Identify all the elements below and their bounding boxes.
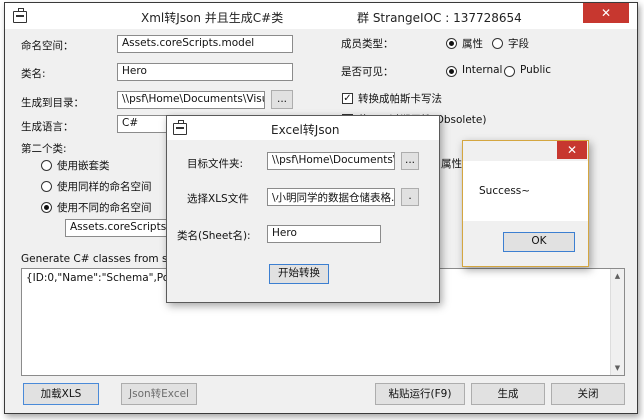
- output-dir-browse-button[interactable]: ...: [271, 90, 293, 109]
- app-icon: [13, 8, 27, 23]
- radio-same-namespace-label: 使用同样的命名空间: [57, 181, 152, 193]
- radio-nested-class[interactable]: [41, 160, 52, 171]
- target-folder-input[interactable]: \\psf\Home\Documents\Visual: [267, 152, 395, 170]
- output-dir-label: 生成到目录：: [21, 97, 84, 109]
- message-body: Success~: [463, 161, 588, 221]
- radio-different-namespace[interactable]: [41, 202, 52, 213]
- classname-label: 类名:: [21, 68, 46, 80]
- load-xls-button[interactable]: 加载XLS: [23, 383, 99, 405]
- radio-visibility-internal-label: Internal: [462, 64, 503, 76]
- close-button[interactable]: 关闭: [551, 383, 625, 405]
- ok-button[interactable]: OK: [503, 232, 575, 252]
- language-label: 生成语言：: [21, 121, 74, 133]
- json-to-excel-button[interactable]: Json转Excel: [121, 383, 197, 405]
- json-scrollbar[interactable]: ▲ ▼: [610, 269, 624, 375]
- scroll-up-icon[interactable]: ▲: [611, 269, 624, 283]
- excel-dialog-icon: [173, 120, 187, 135]
- visibility-label: 是否可见：: [341, 66, 394, 78]
- success-message-box: ✕ Success~ OK: [462, 140, 589, 267]
- radio-same-namespace[interactable]: [41, 181, 52, 192]
- xls-file-input[interactable]: \小明同学的数据仓储表格.xls: [267, 188, 395, 206]
- radio-visibility-public[interactable]: [504, 66, 515, 77]
- radio-different-namespace-label: 使用不同的命名空间: [57, 202, 152, 214]
- second-namespace-input[interactable]: Assets.coreScripts.model: [65, 219, 173, 237]
- target-folder-label: 目标文件夹:: [187, 158, 244, 170]
- radio-member-field[interactable]: [492, 38, 503, 49]
- main-titlebar[interactable]: Xml转Json 并且生成C#类 群 StrangeIOC : 13772865…: [5, 3, 637, 29]
- radio-nested-class-label: 使用嵌套类: [57, 160, 110, 172]
- pascal-case-checkbox[interactable]: ✓: [342, 93, 353, 104]
- namespace-input[interactable]: Assets.coreScripts.model: [117, 35, 293, 53]
- property-partial-label: 属性: [441, 158, 462, 170]
- second-class-label: 第二个类:: [21, 143, 67, 155]
- excel-titlebar[interactable]: Excel转Json: [167, 116, 439, 140]
- sheet-name-input[interactable]: Hero: [267, 225, 381, 243]
- start-convert-button[interactable]: 开始转换: [269, 264, 329, 284]
- radio-visibility-internal[interactable]: [446, 66, 457, 77]
- radio-member-property[interactable]: [446, 38, 457, 49]
- excel-dialog-title: Excel转Json: [271, 123, 340, 137]
- main-title: Xml转Json 并且生成C#类: [141, 11, 284, 25]
- paste-run-button[interactable]: 粘贴运行(F9): [375, 383, 465, 405]
- message-close-icon[interactable]: ✕: [557, 141, 587, 159]
- close-icon[interactable]: ✕: [583, 3, 629, 23]
- member-type-label: 成员类型：: [341, 38, 394, 50]
- target-folder-browse-button[interactable]: ...: [401, 152, 419, 170]
- xls-file-label: 选择XLS文件: [187, 193, 249, 205]
- scroll-down-icon[interactable]: ▼: [611, 361, 624, 375]
- xls-file-browse-button[interactable]: .: [401, 188, 419, 206]
- classname-input[interactable]: Hero: [117, 63, 293, 81]
- radio-member-field-label: 字段: [508, 38, 529, 50]
- message-text: Success~: [479, 185, 531, 197]
- group-info: 群 StrangeIOC : 137728654: [357, 11, 522, 25]
- excel-to-json-dialog: Excel转Json 目标文件夹: \\psf\Home\Documents\V…: [166, 115, 440, 303]
- namespace-label: 命名空间：: [21, 40, 74, 52]
- output-dir-input[interactable]: \\psf\Home\Documents\Visual Stu: [117, 91, 265, 109]
- sheet-name-label: 类名(Sheet名):: [177, 230, 251, 242]
- radio-member-property-label: 属性: [462, 38, 483, 50]
- radio-visibility-public-label: Public: [520, 64, 552, 76]
- pascal-case-label: 转换成帕斯卡写法: [358, 93, 442, 105]
- generate-button[interactable]: 生成: [471, 383, 545, 405]
